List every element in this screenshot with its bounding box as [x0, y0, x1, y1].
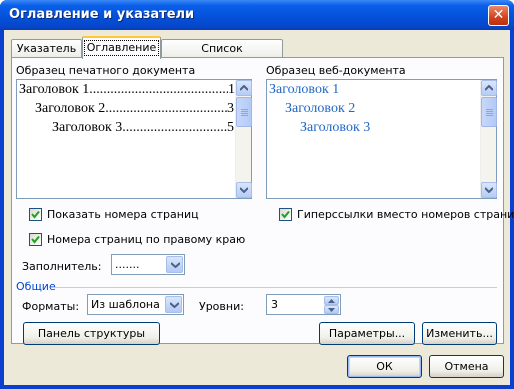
chevron-down-icon: [170, 302, 179, 308]
arrow-up-icon: [240, 85, 248, 91]
scroll-up-button[interactable]: [236, 80, 252, 96]
outline-toolbar-button[interactable]: Панель структуры: [23, 322, 160, 345]
web-preview-content: Заголовок 1 Заголовок 2 Заголовок 3: [267, 80, 480, 198]
modify-button-label: Изменить...: [426, 327, 493, 340]
parameters-button-label: Параметры...: [328, 327, 406, 340]
checkmark-icon: [31, 235, 40, 244]
web-entry-level-3: Заголовок 3: [300, 120, 371, 135]
close-button[interactable]: ✕: [488, 5, 509, 26]
stepper-down-button[interactable]: [324, 305, 339, 314]
toc-entry-page: 3: [227, 101, 234, 116]
scroll-thumb[interactable]: [481, 97, 497, 127]
stepper-up-button[interactable]: [324, 296, 339, 305]
modify-button[interactable]: Изменить...: [422, 322, 497, 345]
chevron-down-icon: [171, 262, 180, 268]
toc-leader-dots: [105, 101, 227, 117]
print-preview-content: Заголовок 1 1 Заголовок 2 3 Заголовок 3 …: [17, 80, 235, 198]
leader-select-value: .......: [115, 258, 140, 271]
scroll-up-button[interactable]: [481, 80, 497, 96]
general-group-divider: [52, 287, 497, 288]
general-group-label: Общие: [16, 280, 56, 293]
print-preview-scrollbar[interactable]: [235, 80, 252, 198]
show-page-numbers-label[interactable]: Показать номера страниц: [47, 208, 199, 221]
ok-button-label: ОК: [376, 360, 393, 373]
toc-leader-dots: [122, 120, 227, 136]
scroll-down-button[interactable]: [481, 182, 497, 198]
checkmark-icon: [31, 210, 40, 219]
close-icon: ✕: [492, 7, 505, 23]
formats-select[interactable]: Из шаблона: [87, 294, 184, 315]
checkmark-icon: [281, 210, 290, 219]
arrow-up-icon: [485, 85, 493, 91]
toc-entry-level-1: Заголовок 1 1: [19, 82, 235, 98]
arrow-down-icon: [485, 187, 493, 193]
web-preview-box[interactable]: Заголовок 1 Заголовок 2 Заголовок 3: [266, 79, 497, 199]
toc-entry-text: Заголовок 1: [19, 82, 90, 97]
dialog-window: Оглавление и указатели ✕ Указатель Оглав…: [0, 0, 514, 389]
tab-list-of-figures[interactable]: Список иллюстраций: [161, 39, 283, 73]
hyperlinks-label[interactable]: Гиперссылки вместо номеров страниц: [297, 208, 514, 221]
tab-table-of-contents-label: Оглавление: [83, 40, 160, 56]
hyperlinks-checkbox[interactable]: [279, 208, 292, 221]
toc-leader-dots: [89, 82, 228, 98]
arrow-down-icon: [240, 187, 248, 193]
tab-table-of-contents[interactable]: Оглавление: [82, 36, 161, 59]
ok-button[interactable]: ОК: [347, 355, 422, 378]
toc-entry-page: 5: [227, 120, 234, 135]
levels-value: 3: [271, 298, 278, 311]
web-preview-label: Образец веб-документа: [266, 64, 406, 77]
scroll-thumb[interactable]: [236, 97, 252, 127]
toc-entry-text: Заголовок 2: [35, 101, 106, 116]
toc-entry-page: 1: [228, 82, 235, 97]
levels-label: Уровни:: [199, 300, 244, 313]
show-page-numbers-checkbox[interactable]: [29, 208, 42, 221]
leader-label: Заполнитель:: [22, 260, 102, 273]
print-preview-box[interactable]: Заголовок 1 1 Заголовок 2 3 Заголовок 3 …: [16, 79, 252, 199]
web-entry-level-1: Заголовок 1: [269, 82, 340, 97]
right-align-numbers-checkbox[interactable]: [29, 233, 42, 246]
dropdown-button[interactable]: [166, 256, 183, 273]
print-preview-label: Образец печатного документа: [16, 64, 196, 77]
dropdown-button[interactable]: [165, 296, 182, 313]
dialog-client: Указатель Оглавление Список иллюстраций …: [4, 30, 514, 385]
cancel-button[interactable]: Отмена: [429, 355, 504, 378]
cancel-button-label: Отмена: [444, 360, 489, 373]
levels-stepper[interactable]: 3: [266, 294, 341, 315]
arrow-up-icon: [328, 299, 335, 303]
formats-label: Форматы:: [22, 300, 80, 313]
leader-select[interactable]: .......: [111, 254, 185, 275]
tab-index[interactable]: Указатель: [11, 39, 82, 59]
title-bar[interactable]: Оглавление и указатели ✕: [0, 0, 514, 30]
tab-index-label: Указатель: [16, 42, 77, 55]
toc-entry-text: Заголовок 3: [52, 120, 123, 135]
parameters-button[interactable]: Параметры...: [319, 322, 415, 345]
web-entry-level-2: Заголовок 2: [285, 101, 356, 116]
formats-select-value: Из шаблона: [91, 298, 160, 311]
outline-toolbar-button-label: Панель структуры: [37, 327, 146, 340]
window-title: Оглавление и указатели: [9, 7, 195, 22]
toc-entry-level-2: Заголовок 2 3: [35, 101, 234, 117]
web-preview-scrollbar[interactable]: [480, 80, 497, 198]
toc-entry-level-3: Заголовок 3 5: [52, 120, 234, 136]
scroll-down-button[interactable]: [236, 182, 252, 198]
arrow-down-icon: [328, 308, 335, 312]
tab-panel: Образец печатного документа Заголовок 1 …: [11, 57, 514, 345]
right-align-numbers-label[interactable]: Номера страниц по правому краю: [47, 233, 245, 246]
